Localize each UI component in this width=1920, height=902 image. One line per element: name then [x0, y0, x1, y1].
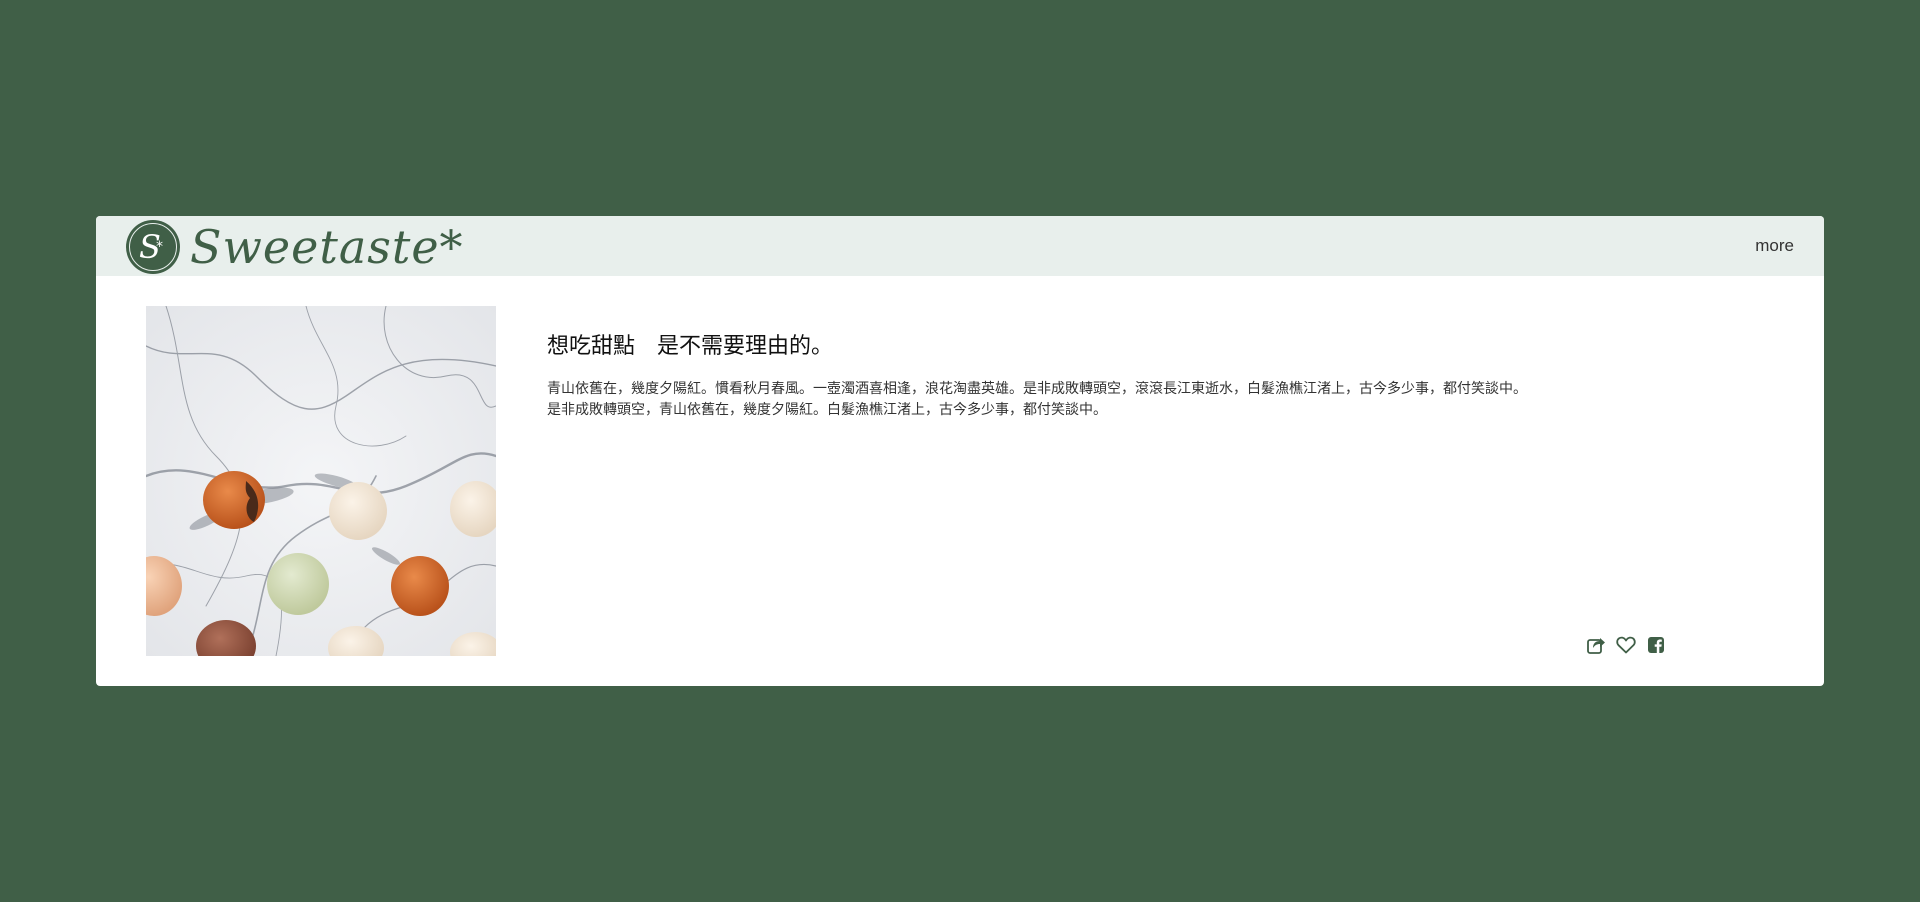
logo-badge-star: *: [156, 239, 163, 255]
like-button[interactable]: [1615, 634, 1637, 656]
article-line: 青山依舊在，幾度夕陽紅。慣看秋月春風。一壺濁酒喜相逢，浪花淘盡英雄。是非成敗轉頭…: [547, 381, 1527, 397]
article-body: 青山依舊在，幾度夕陽紅。慣看秋月春風。一壺濁酒喜相逢，浪花淘盡英雄。是非成敗轉頭…: [547, 379, 1727, 421]
facebook-button[interactable]: [1645, 634, 1667, 656]
logo-badge-icon: S *: [126, 220, 180, 274]
article-title: 想吃甜點 是不需要理由的。: [547, 334, 834, 359]
share-icon: [1586, 638, 1605, 654]
brand-logo[interactable]: S * Sweetaste*: [126, 220, 464, 274]
post-card: S * Sweetaste* more 想吃甜點 是不需要理由的。 青山依舊在，…: [96, 216, 1824, 686]
more-link[interactable]: more: [1755, 236, 1794, 256]
brand-name: Sweetaste*: [190, 220, 464, 274]
heart-icon: [1616, 636, 1636, 654]
macaron-photo: [146, 306, 496, 656]
article-line: 是非成敗轉頭空，青山依舊在，幾度夕陽紅。白髮漁樵江渚上，古今多少事，都付笑談中。: [547, 402, 1107, 418]
share-button[interactable]: [1585, 634, 1607, 656]
action-bar: [1585, 634, 1667, 656]
card-header: S * Sweetaste* more: [96, 216, 1824, 276]
facebook-icon: [1648, 637, 1664, 653]
macaron-image: [146, 306, 496, 656]
